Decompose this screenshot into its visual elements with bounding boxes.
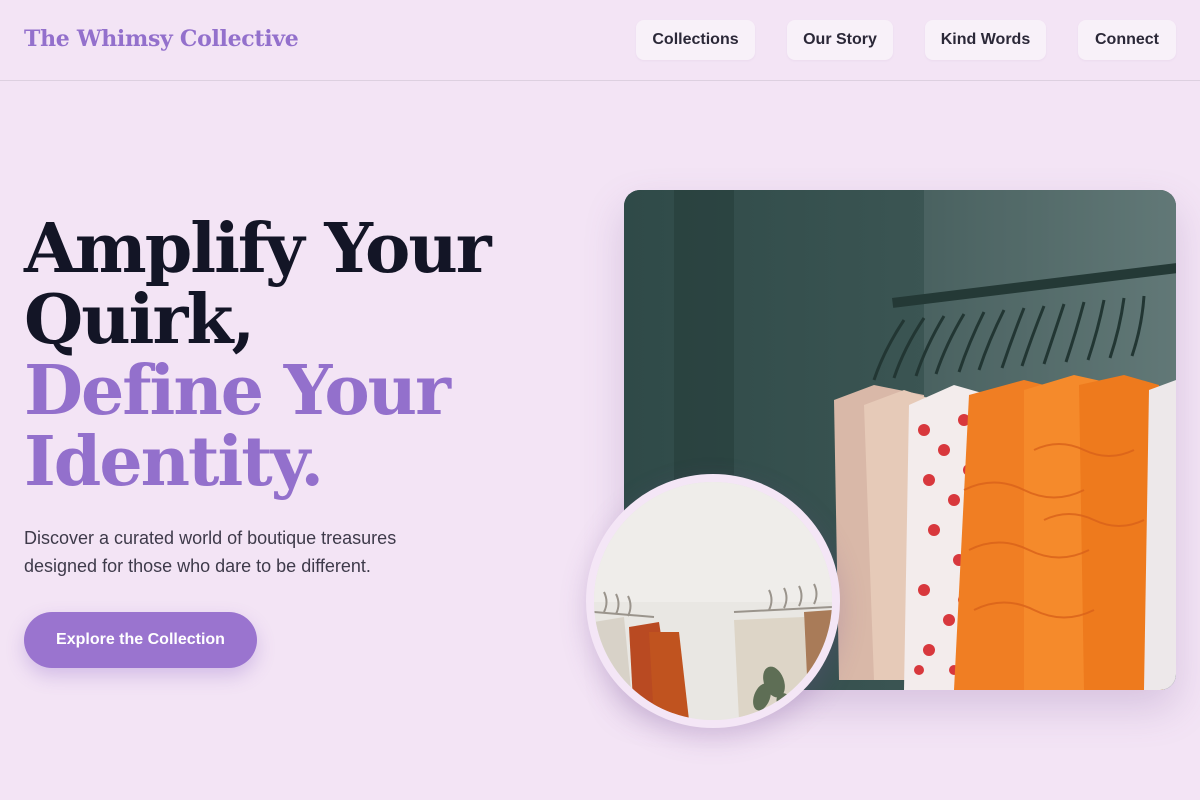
nav-collections[interactable]: Collections xyxy=(636,20,755,60)
site-header: The Whimsy Collective Collections Our St… xyxy=(0,0,1200,81)
headline-line-3: Define Your xyxy=(24,351,451,431)
nav-kind-words[interactable]: Kind Words xyxy=(925,20,1046,60)
boutique-interior-image xyxy=(586,474,840,728)
headline-line-2: Quirk, xyxy=(24,280,255,360)
nav-connect[interactable]: Connect xyxy=(1078,20,1176,60)
headline-line-4: Identity. xyxy=(24,422,324,502)
hero-subtext: Discover a curated world of boutique tre… xyxy=(24,528,397,576)
nav-our-story[interactable]: Our Story xyxy=(787,20,893,60)
brand-logo[interactable]: The Whimsy Collective xyxy=(24,26,299,52)
hero-headline: Amplify Your Quirk, Define Your Identity… xyxy=(24,214,584,498)
headline-line-1: Amplify Your xyxy=(24,209,492,289)
explore-collection-button[interactable]: Explore the Collection xyxy=(24,612,257,668)
